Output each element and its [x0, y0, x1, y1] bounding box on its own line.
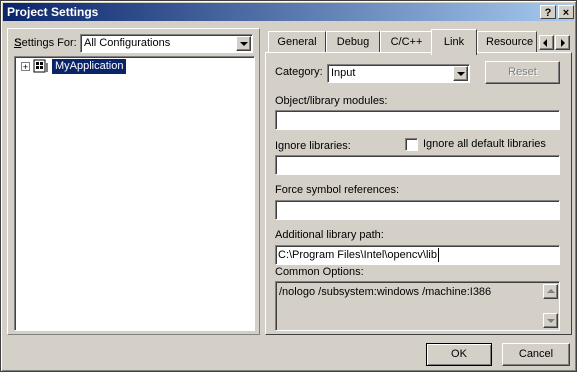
category-dropdown-arrow[interactable] — [453, 66, 468, 81]
tab-debug[interactable]: Debug — [326, 31, 380, 53]
tab-scroll-right[interactable] — [555, 35, 570, 50]
tab-scroll-left[interactable] — [539, 35, 554, 50]
settings-panel: SSettings For: All Configurations + MyAp… — [7, 28, 260, 335]
additional-path-input[interactable]: C:\Program Files\Intel\opencv\lib — [275, 245, 560, 265]
tab-general[interactable]: General — [268, 31, 326, 53]
help-button[interactable]: ? — [540, 5, 556, 19]
project-tree[interactable]: + MyApplication — [14, 56, 255, 331]
additional-path-value: C:\Program Files\Intel\opencv\lib — [278, 249, 437, 261]
project-settings-dialog: Project Settings ? × SSettings For: All … — [0, 0, 577, 372]
chevron-right-icon — [561, 39, 565, 47]
tab-cpp[interactable]: C/C++ — [380, 31, 433, 53]
tab-link[interactable]: Link — [431, 29, 477, 55]
tree-expand-icon[interactable]: + — [21, 62, 30, 72]
additional-path-label: Additional library path: — [275, 229, 384, 241]
ignore-libraries-label: Ignore libraries: — [275, 140, 351, 152]
common-options-box[interactable]: /nologo /subsystem:windows /machine:I386 — [275, 281, 560, 331]
configuration-dropdown[interactable]: All Configurations — [80, 34, 253, 53]
chevron-left-icon — [543, 39, 547, 47]
reset-button[interactable]: Reset — [485, 61, 560, 84]
ignore-all-checkbox[interactable] — [405, 138, 418, 151]
chevron-up-icon — [547, 289, 555, 293]
project-icon — [33, 59, 48, 73]
force-symbol-input[interactable] — [275, 200, 560, 220]
object-modules-label: Object/library modules: — [275, 95, 388, 107]
force-symbol-label: Force symbol references: — [275, 184, 400, 196]
window-title: Project Settings — [7, 5, 99, 19]
common-options-label: Common Options: — [275, 266, 364, 278]
category-value: Input — [331, 67, 356, 79]
category-dropdown[interactable]: Input — [327, 64, 470, 83]
text-cursor — [438, 248, 439, 262]
chevron-down-icon — [457, 72, 465, 76]
chevron-down-icon — [547, 319, 555, 323]
tree-item-myapplication[interactable]: MyApplication — [52, 59, 127, 74]
settings-for-label: SSettings For: — [14, 37, 77, 49]
ignore-libraries-input[interactable] — [275, 155, 560, 175]
cancel-button[interactable]: Cancel — [502, 343, 570, 366]
configuration-value: All Configurations — [84, 37, 171, 49]
title-bar: Project Settings ? × — [3, 3, 574, 21]
category-label: Category: — [275, 66, 323, 78]
ok-button[interactable]: OK — [426, 343, 492, 366]
object-modules-input[interactable] — [275, 110, 560, 130]
scroll-down-button[interactable] — [543, 313, 558, 328]
ignore-all-label: Ignore all default libraries — [423, 138, 546, 150]
configuration-dropdown-arrow[interactable] — [236, 36, 251, 51]
common-options-value: /nologo /subsystem:windows /machine:I386 — [279, 286, 492, 298]
link-tab-page: Category: Input Reset Object/library mod… — [265, 52, 572, 335]
chevron-down-icon — [240, 42, 248, 46]
tab-resource[interactable]: Resource — [477, 31, 537, 53]
close-button[interactable]: × — [558, 5, 574, 19]
scroll-up-button[interactable] — [543, 284, 558, 299]
settings-for-text: Settings For: — [14, 37, 77, 49]
